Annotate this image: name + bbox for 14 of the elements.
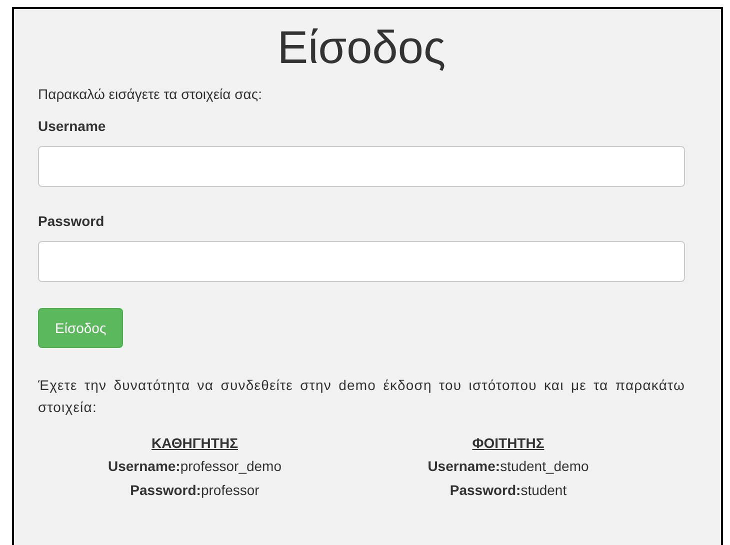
- account-heading: ΦΟΙΤΗΤΗΣ: [472, 434, 544, 453]
- account-heading: ΚΑΘΗΓΗΤΗΣ: [152, 434, 238, 453]
- field-label: Username: [38, 118, 106, 134]
- credential-line: Username:professor_demo: [108, 456, 282, 476]
- instruction-text: Παρακαλώ εισάγετε τα στοιχεία σας:: [38, 86, 262, 102]
- login-button[interactable]: Είσοδος: [38, 308, 124, 348]
- demo-note: Έχετε την δυνατότητα να συνδεθείτε στην demo έκδοση του ιστότοπου και με τα παρακάτω στοιχεία:: [38, 376, 685, 417]
- input-field[interactable]: [38, 240, 685, 282]
- input-field[interactable]: [38, 146, 685, 187]
- credential-line: Password:student: [450, 480, 567, 500]
- page-title: Είσοδος: [276, 21, 447, 74]
- credential-line: Username:student_demo: [428, 456, 589, 476]
- credential-line: Password:professor: [130, 480, 260, 500]
- field-label: Password: [38, 212, 104, 229]
